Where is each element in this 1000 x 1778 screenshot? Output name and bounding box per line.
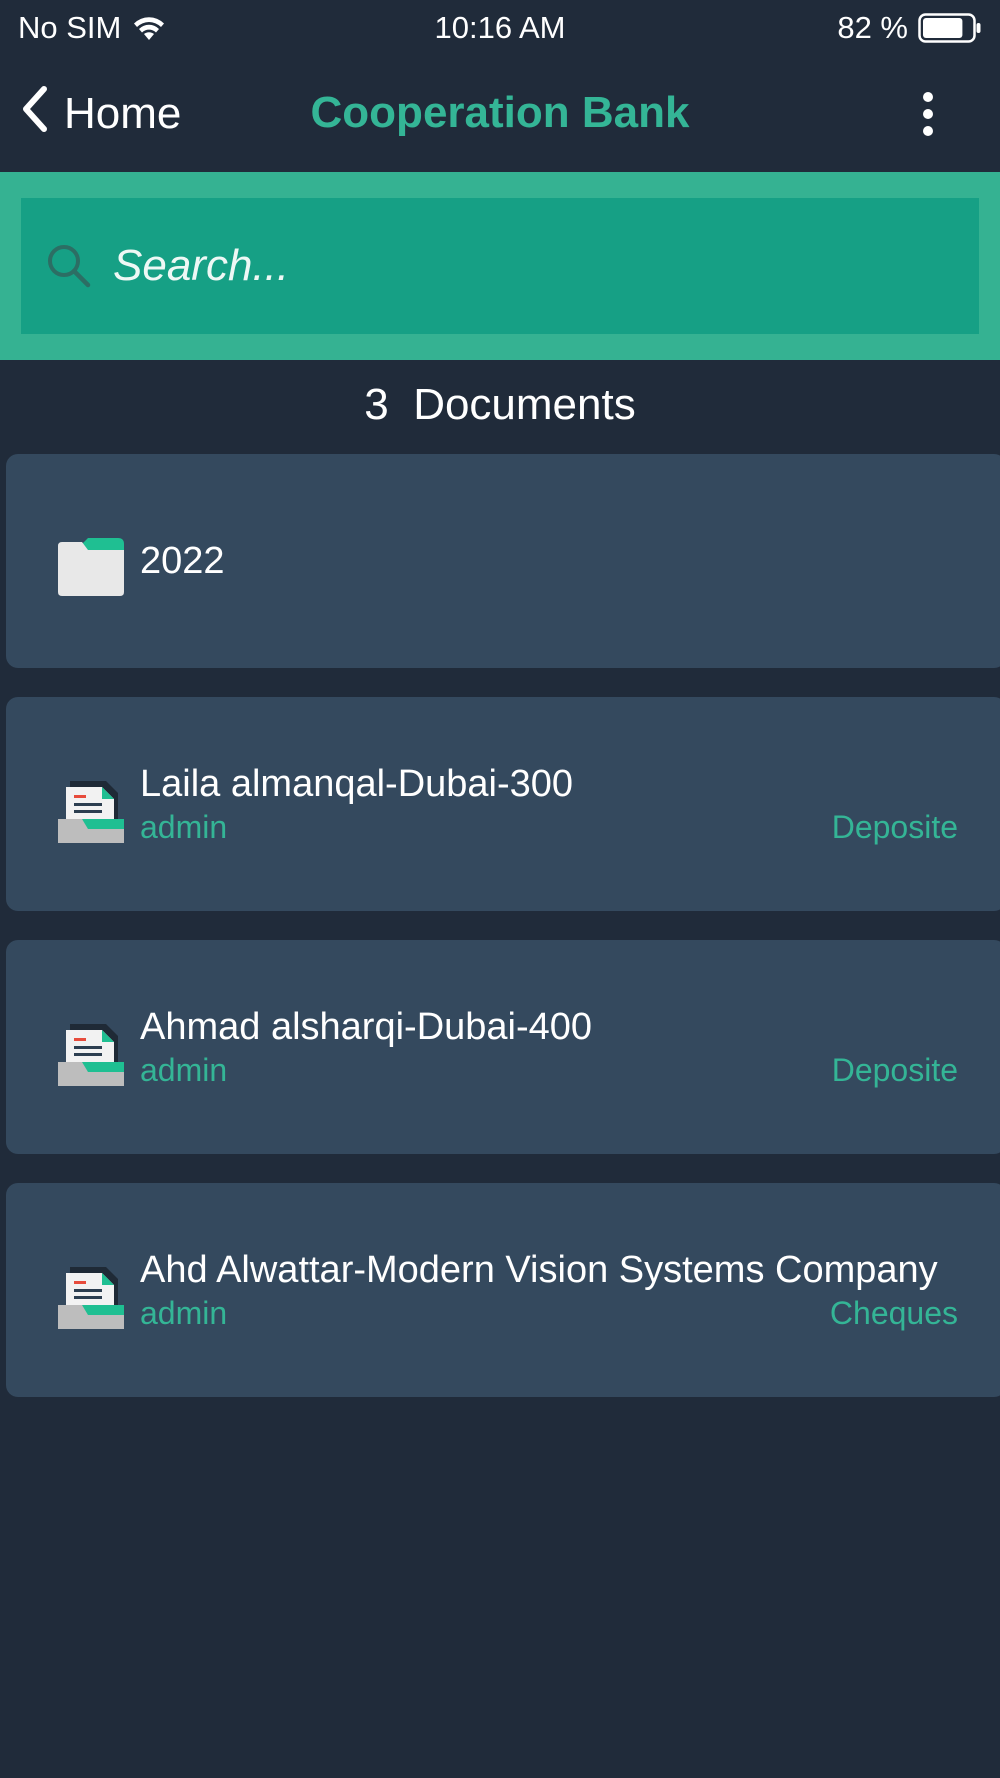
more-dot [923, 126, 933, 136]
folder-label: 2022 [140, 540, 225, 582]
document-item[interactable]: Ahd Alwattar-Modern Vision Systems Compa… [6, 1183, 1000, 1397]
document-count-label: Documents [413, 380, 636, 429]
nav-bar: Home Cooperation Bank [0, 64, 1000, 164]
document-owner: admin [140, 1052, 228, 1088]
battery-icon [918, 13, 982, 43]
document-owner: admin [140, 1295, 228, 1331]
document-category: Cheques [829, 1295, 958, 1331]
document-count: 3 Documents [0, 380, 1000, 430]
battery-percent: 82 % [837, 10, 908, 45]
search-icon [43, 240, 95, 292]
back-label: Home [64, 89, 182, 138]
more-dot [923, 109, 933, 119]
document-title: Ahmad alsharqi-Dubai-400 [140, 1006, 593, 1048]
document-category: Deposite [831, 809, 958, 845]
document-tray-icon [58, 1265, 124, 1329]
document-title: Ahd Alwattar-Modern Vision Systems Compa… [140, 1249, 938, 1291]
search-input[interactable] [95, 198, 979, 334]
more-menu-button[interactable] [908, 86, 948, 142]
more-dot [923, 92, 933, 102]
back-button[interactable]: Home [20, 85, 182, 144]
chevron-left-icon [20, 85, 50, 144]
document-item[interactable]: Ahmad alsharqi-Dubai-400 admin Deposite [6, 940, 1000, 1154]
search-box[interactable] [21, 198, 979, 334]
document-tray-icon [58, 1022, 124, 1086]
document-tray-icon [58, 779, 124, 843]
document-category: Deposite [831, 1052, 958, 1088]
search-bar [0, 172, 1000, 360]
document-count-number: 3 [364, 380, 389, 429]
document-list: 2022 Laila almanqal-Dubai-300 admin Depo… [6, 454, 1000, 1426]
folder-item[interactable]: 2022 [6, 454, 1000, 668]
document-item[interactable]: Laila almanqal-Dubai-300 admin Deposite [6, 697, 1000, 911]
document-owner: admin [140, 809, 228, 845]
status-bar: No SIM 10:16 AM 82 % [0, 0, 1000, 56]
status-right: 82 % [837, 10, 982, 46]
folder-icon [58, 536, 124, 600]
document-title: Laila almanqal-Dubai-300 [140, 763, 574, 805]
